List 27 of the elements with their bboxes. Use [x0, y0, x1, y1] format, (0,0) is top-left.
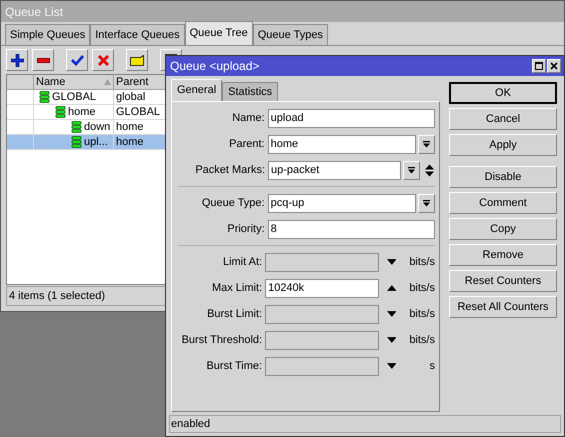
queue-name: down: [84, 120, 110, 134]
field-label: Priority:: [226, 222, 266, 237]
unit-label: bits/s: [408, 280, 435, 296]
field-label: Name:: [231, 110, 266, 126]
unit-label: bits/s: [408, 332, 435, 348]
unit-label: bits/s: [408, 306, 435, 322]
field-label: Packet Marks:: [194, 162, 266, 178]
parent-cell-text: home: [116, 120, 144, 135]
field-label: Max Limit:: [210, 280, 264, 296]
queue-name: GLOBAL: [52, 90, 96, 104]
field-label: Parent:: [228, 136, 266, 152]
field-label: Burst Time:: [205, 358, 264, 374]
parent-cell-text: home: [116, 134, 144, 150]
parent-cell-text: GLOBAL: [116, 104, 160, 120]
queue-name: home: [68, 105, 96, 119]
field-label: Burst Threshold:: [180, 332, 264, 348]
dialog-title: Queue <upload>: [170, 58, 260, 75]
unit-label: s: [428, 358, 435, 374]
field-label: Burst Limit:: [206, 306, 264, 322]
queue-name: upl...: [84, 135, 108, 149]
status-text: 4 items (1 selected): [9, 288, 105, 304]
window-title: Queue List: [5, 4, 64, 20]
parent-cell-text: global: [116, 90, 146, 105]
status-text: enabled: [171, 416, 210, 432]
unit-label: bits/s: [408, 254, 435, 270]
field-label: Queue Type:: [200, 196, 266, 211]
field-label: Limit At:: [222, 254, 264, 270]
